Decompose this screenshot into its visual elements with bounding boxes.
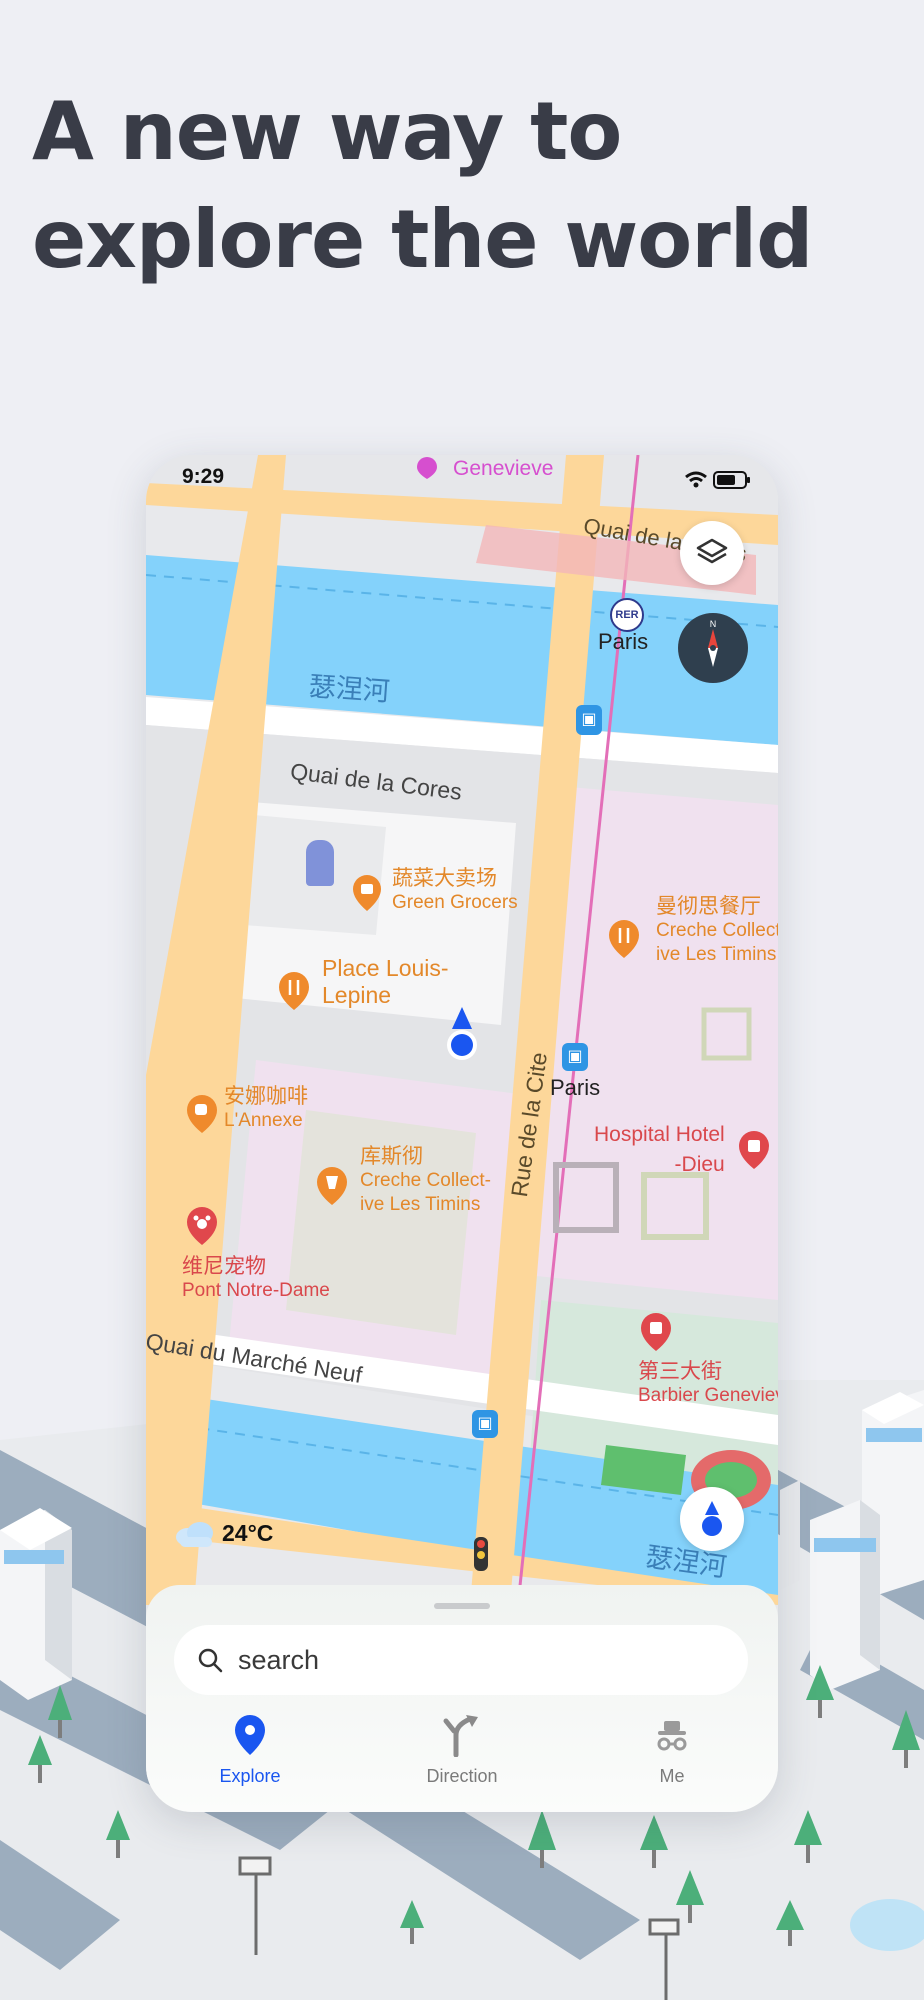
label-creche-right-en2: ive Les Timins	[656, 944, 777, 965]
status-time: 9:29	[182, 465, 225, 488]
headline-line-1: A new way to	[32, 85, 622, 178]
label-barbier: 第三大街 Barbier Genevieve	[638, 1360, 778, 1408]
label-place-louis-line1: Place Louis-	[322, 955, 449, 981]
poi-pin-genevieve[interactable]	[416, 457, 438, 484]
bus-stop-icon-2[interactable]: ▣	[562, 1043, 588, 1071]
weather-widget[interactable]: 24°C	[174, 1519, 273, 1547]
label-rer-badge: RER	[610, 598, 644, 632]
map-pin-icon	[235, 1715, 265, 1755]
label-pet-cn: 维尼宠物	[182, 1255, 266, 1278]
headline-line-2: explore the world	[32, 193, 813, 286]
label-creche-mid-en1: Creche Collect-	[360, 1170, 491, 1191]
poi-pin-barbier[interactable]	[640, 1313, 672, 1356]
label-creche-right-cn: 曼彻思餐厅	[656, 895, 761, 918]
label-annexe-cn: 安娜咖啡	[224, 1085, 308, 1108]
search-bar[interactable]	[174, 1625, 748, 1695]
tab-me[interactable]: Me	[592, 1713, 752, 1787]
building-3d-icon	[306, 840, 334, 886]
direction-icon	[443, 1715, 478, 1758]
building-left	[0, 1508, 72, 1700]
compass-icon: N	[708, 619, 718, 667]
label-barbier-cn: 第三大街	[638, 1360, 722, 1383]
poi-pin-annexe[interactable]	[186, 1095, 218, 1138]
locate-icon	[702, 1501, 722, 1536]
locate-me-button[interactable]	[680, 1487, 744, 1551]
poi-pin-pet[interactable]	[186, 1207, 218, 1250]
bus-stop-icon-3[interactable]: ▣	[472, 1410, 498, 1438]
traffic-light-icon	[474, 1537, 488, 1571]
tab-direction-label: Direction	[426, 1766, 498, 1786]
label-genevieve: Genevieve	[453, 457, 554, 480]
search-icon	[198, 1648, 223, 1673]
wifi-icon	[685, 471, 707, 488]
poi-pin-kusi[interactable]	[316, 1167, 348, 1210]
label-creche-right: 曼彻思餐厅 Creche Collect- ive Les Timins	[656, 895, 778, 967]
phone-mockup: 9:29 Genevieve Quai de la Cores RER Pari…	[146, 455, 778, 1812]
label-kusi: 库斯彻 Creche Collect- ive Les Timins	[360, 1145, 491, 1217]
bottom-sheet: Explore Direction Me	[146, 1585, 778, 1812]
label-paris-rer: Paris	[598, 629, 649, 654]
label-green-grocers: 蔬菜大卖场 Green Grocers	[392, 867, 518, 915]
layers-button[interactable]	[680, 521, 744, 585]
cloud-icon	[176, 1522, 213, 1547]
search-input[interactable]	[236, 1643, 720, 1677]
label-creche-mid-en2: ive Les Timins	[360, 1194, 481, 1215]
incognito-icon	[657, 1721, 687, 1751]
label-place-louis: Place Louis- Lepine	[322, 955, 449, 1009]
label-barbier-en: Barbier Genevieve	[638, 1385, 778, 1406]
label-paris-bus: Paris	[550, 1075, 601, 1100]
battery-icon	[713, 471, 750, 489]
label-annexe-en: L'Annexe	[224, 1110, 303, 1131]
tab-me-label: Me	[659, 1766, 685, 1786]
tab-explore-label: Explore	[219, 1766, 281, 1786]
compass-button[interactable]: N	[678, 613, 748, 683]
label-hospital-line1: Hospital Hotel	[594, 1123, 725, 1146]
label-hospital: Hospital Hotel -Dieu	[594, 1120, 725, 1180]
headline: A new way to explore the world	[32, 78, 892, 294]
label-green-grocers-en: Green Grocers	[392, 892, 518, 913]
label-kusi-cn: 库斯彻	[360, 1145, 423, 1168]
tab-explore[interactable]: Explore	[170, 1713, 330, 1787]
bus-stop-icon[interactable]: ▣	[576, 705, 602, 735]
weather-temperature: 24°C	[222, 1519, 274, 1546]
label-pet: 维尼宠物 Pont Notre-Dame	[182, 1255, 330, 1303]
sheet-drag-handle[interactable]	[434, 1603, 490, 1609]
my-location-marker	[444, 1007, 480, 1068]
label-green-grocers-cn: 蔬菜大卖场	[392, 867, 497, 890]
label-creche-right-en1: Creche Collect-	[656, 920, 778, 941]
label-hospital-line2: -Dieu	[674, 1153, 725, 1176]
label-place-louis-line2: Lepine	[322, 982, 392, 1008]
bottom-tab-bar: Explore Direction Me	[146, 1713, 778, 1803]
poi-pin-creche-right[interactable]	[608, 920, 640, 963]
poi-pin-hospital[interactable]	[738, 1131, 770, 1174]
poi-pin-place-louis[interactable]	[278, 972, 310, 1015]
label-pet-en: Pont Notre-Dame	[182, 1280, 330, 1301]
label-river: 瑟涅河	[307, 671, 391, 707]
status-icons	[682, 467, 752, 496]
poi-pin-green-grocers[interactable]	[352, 875, 382, 916]
layers-icon	[696, 538, 728, 564]
svg-text:N: N	[710, 619, 717, 629]
tab-direction[interactable]: Direction	[382, 1713, 542, 1787]
label-annexe: 安娜咖啡 L'Annexe	[224, 1085, 308, 1133]
